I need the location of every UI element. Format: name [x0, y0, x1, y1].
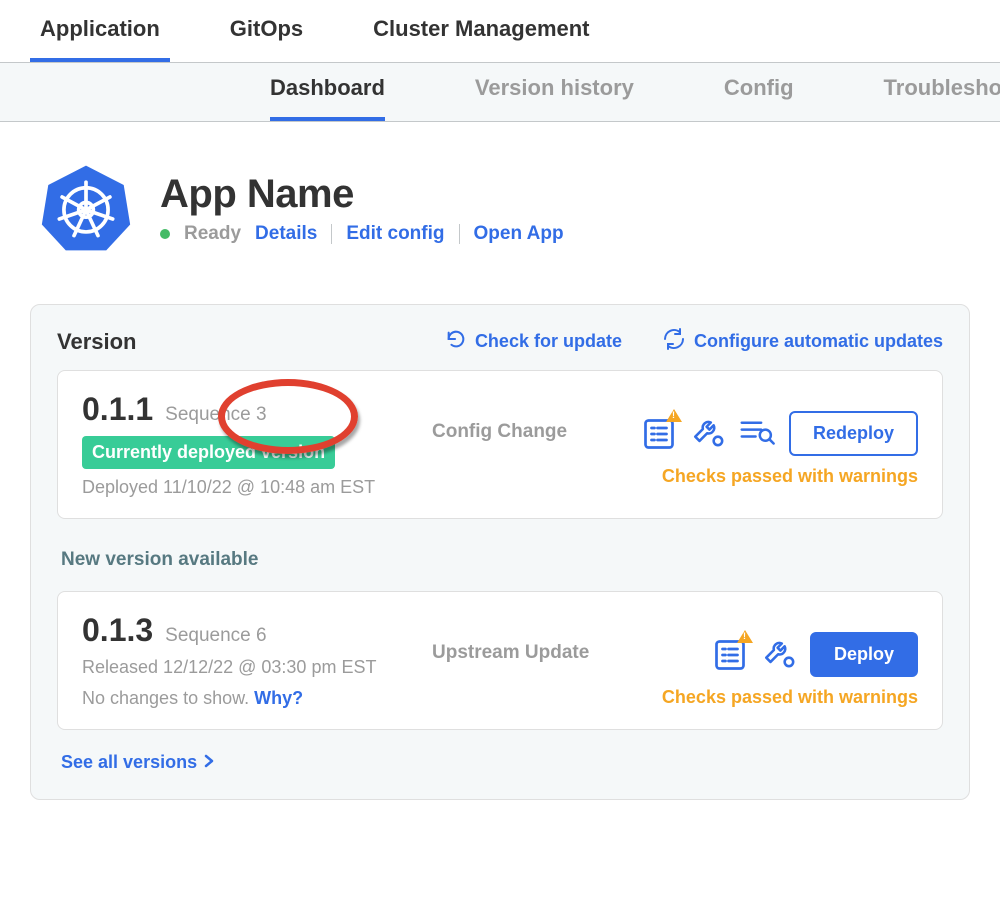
- wrench-gear-icon[interactable]: [762, 635, 796, 674]
- tab-gitops[interactable]: GitOps: [220, 0, 313, 62]
- preflight-checks-icon[interactable]: [641, 416, 677, 452]
- open-app-link[interactable]: Open App: [474, 223, 564, 245]
- check-for-update-link[interactable]: Check for update: [445, 328, 622, 355]
- version-panel: Version Check for update: [30, 304, 970, 800]
- redeploy-button[interactable]: Redeploy: [789, 411, 918, 456]
- divider: [459, 224, 460, 244]
- warning-badge-icon: [666, 409, 682, 422]
- subtab-version-history[interactable]: Version history: [475, 75, 634, 121]
- deploy-button[interactable]: Deploy: [810, 632, 918, 677]
- no-changes-text: No changes to show.: [82, 688, 249, 708]
- current-version-card: 0.1.1 Sequence 3 Currently deployed vers…: [57, 370, 943, 519]
- status-text: Ready: [184, 223, 241, 245]
- deployed-badge: Currently deployed version: [82, 436, 335, 469]
- why-link[interactable]: Why?: [254, 688, 303, 708]
- deployed-timestamp: Deployed 11/10/22 @ 10:48 am EST: [82, 477, 412, 498]
- subtab-troubleshoot[interactable]: Troubleshoot: [884, 75, 1000, 121]
- new-version-heading: New version available: [61, 549, 943, 571]
- view-files-icon[interactable]: [739, 414, 775, 453]
- configure-auto-updates-link[interactable]: Configure automatic updates: [662, 327, 943, 356]
- available-reason-label: Upstream Update: [432, 642, 589, 664]
- preflight-checks-icon[interactable]: [712, 637, 748, 673]
- kubernetes-logo-icon: [40, 162, 132, 254]
- sync-gear-icon: [662, 327, 686, 356]
- current-version-number: 0.1.1: [82, 391, 153, 428]
- current-reason-label: Config Change: [432, 421, 567, 443]
- available-sequence: Sequence 6: [165, 625, 266, 647]
- see-all-versions-label: See all versions: [61, 752, 197, 773]
- status-dot-icon: [160, 229, 170, 239]
- edit-config-link[interactable]: Edit config: [346, 223, 444, 245]
- released-timestamp: Released 12/12/22 @ 03:30 pm EST: [82, 657, 412, 678]
- refresh-icon: [445, 328, 467, 355]
- available-version-number: 0.1.3: [82, 612, 153, 649]
- app-title: App Name: [160, 172, 564, 217]
- panel-title: Version: [57, 329, 136, 355]
- wrench-gear-icon[interactable]: [691, 414, 725, 453]
- app-header: App Name Ready Details Edit config Open …: [0, 122, 1000, 284]
- tab-application[interactable]: Application: [30, 0, 170, 62]
- chevron-right-icon: [203, 752, 215, 773]
- tab-cluster-management[interactable]: Cluster Management: [363, 0, 599, 62]
- configure-auto-updates-label: Configure automatic updates: [694, 331, 943, 352]
- available-checks-status: Checks passed with warnings: [662, 687, 918, 708]
- warning-badge-icon: [737, 630, 753, 643]
- current-checks-status: Checks passed with warnings: [662, 466, 918, 487]
- top-tabs: Application GitOps Cluster Management: [0, 0, 1000, 63]
- available-version-card: 0.1.3 Sequence 6 Released 12/12/22 @ 03:…: [57, 591, 943, 730]
- divider: [331, 224, 332, 244]
- subtab-config[interactable]: Config: [724, 75, 794, 121]
- sub-tabs-bar: Dashboard Version history Config Trouble…: [0, 63, 1000, 122]
- see-all-versions-link[interactable]: See all versions: [61, 752, 943, 773]
- details-link[interactable]: Details: [255, 223, 317, 245]
- check-for-update-label: Check for update: [475, 331, 622, 352]
- subtab-dashboard[interactable]: Dashboard: [270, 75, 385, 121]
- current-sequence: Sequence 3: [165, 404, 266, 426]
